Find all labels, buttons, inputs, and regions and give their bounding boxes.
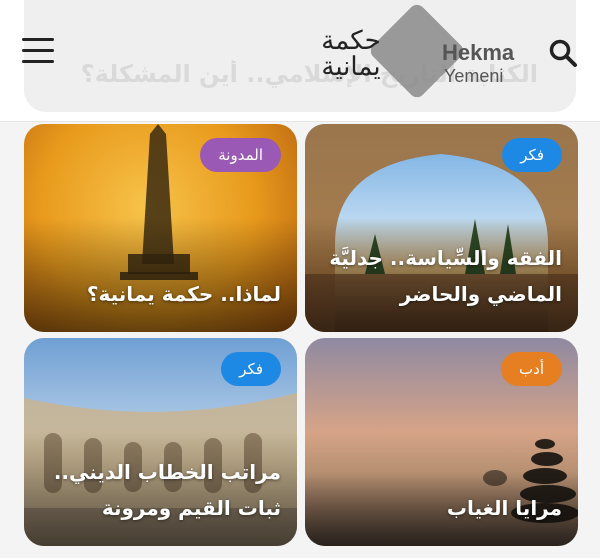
- logo-english-line1: Hekma: [442, 40, 515, 65]
- category-badge[interactable]: المدونة: [200, 138, 281, 172]
- article-card-religious-discourse[interactable]: فكر مراتب الخطاب الديني.. ثبات القيم ومر…: [24, 338, 297, 546]
- site-header: الكتابة التاريخ الإسلامي.. أين المشكلة؟ …: [0, 0, 600, 122]
- logo-arabic-text: حكمة يمانية: [321, 26, 381, 82]
- category-badge[interactable]: فكر: [221, 352, 281, 386]
- article-title[interactable]: مرايا الغياب: [317, 490, 562, 526]
- article-card-mirrors-of-absence[interactable]: أدب مرايا الغياب: [305, 338, 578, 546]
- article-card-fiqh-politics[interactable]: فكر الفقه والسِّياسة.. جدليَّة الماضي وا…: [305, 124, 578, 332]
- article-title[interactable]: لماذا.. حكمة يمانية؟: [36, 276, 281, 312]
- hamburger-menu-icon[interactable]: [22, 38, 54, 66]
- site-logo[interactable]: حكمة يمانية Hekma Yemeni: [306, 1, 528, 106]
- search-icon[interactable]: [548, 38, 578, 68]
- article-card-why-hekma[interactable]: المدونة لماذا.. حكمة يمانية؟: [24, 124, 297, 332]
- logo-english-line2: Yemeni: [444, 66, 504, 86]
- article-title[interactable]: مراتب الخطاب الديني.. ثبات القيم ومرونة: [36, 454, 281, 526]
- article-title[interactable]: الفقه والسِّياسة.. جدليَّة الماضي والحاض…: [317, 240, 562, 312]
- category-badge[interactable]: فكر: [502, 138, 562, 172]
- category-badge[interactable]: أدب: [501, 352, 562, 386]
